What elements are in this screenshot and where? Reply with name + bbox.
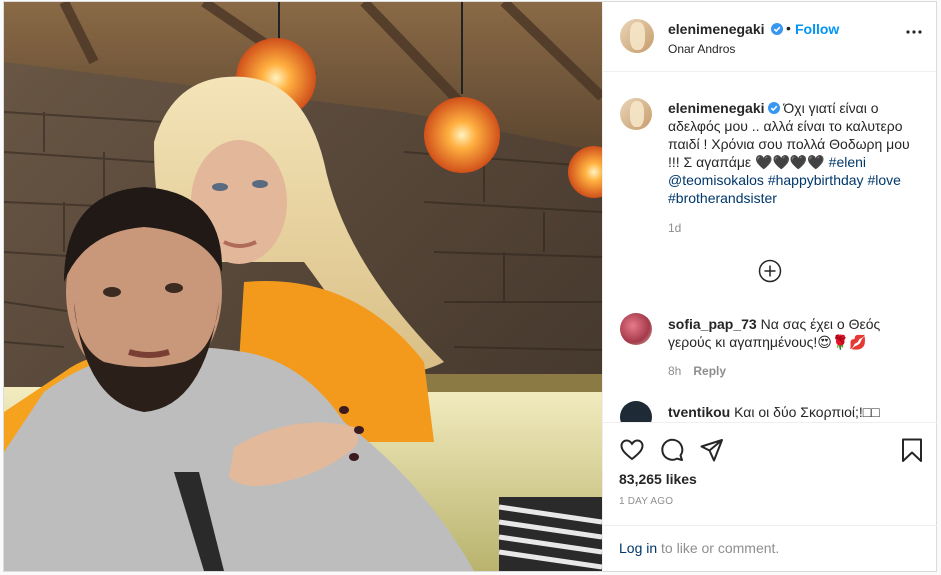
comment-meta: 8h Reply: [668, 364, 726, 378]
login-link[interactable]: Log in: [619, 540, 657, 556]
bookmark-icon[interactable]: [899, 437, 925, 463]
post-photo-image: [4, 2, 602, 571]
post-sidebar: elenimenegaki • Follow Onar Andros eleni…: [602, 2, 937, 571]
verified-badge-icon: [771, 23, 784, 35]
caption-username[interactable]: elenimenegaki: [668, 100, 765, 116]
comment: sofia_pap_73 Να σας έχει ο Θεός γερούς κ…: [668, 315, 918, 351]
login-prompt: Log in to like or comment.: [619, 540, 779, 556]
author-avatar[interactable]: [620, 19, 654, 53]
commenter-avatar[interactable]: [620, 401, 652, 422]
hashtag-eleni[interactable]: #eleni: [829, 154, 866, 170]
verified-badge-icon: [767, 102, 780, 114]
comment-username[interactable]: tventikou: [668, 404, 730, 420]
comment-text: Και οι δύο Σκορπιοί;!□□: [734, 404, 880, 420]
post-header: elenimenegaki • Follow Onar Andros: [603, 2, 936, 72]
mention-teomisokalos[interactable]: @teomisokalos: [668, 172, 764, 188]
login-prompt-text: to like or comment.: [657, 540, 780, 556]
hashtag-love[interactable]: #love: [867, 172, 900, 188]
comment-time[interactable]: 8h: [668, 364, 681, 378]
commenter-avatar[interactable]: [620, 313, 652, 345]
follow-button[interactable]: Follow: [795, 21, 839, 37]
separator-dot: •: [786, 20, 791, 36]
comment: tventikou Και οι δύο Σκορπιοί;!□□: [668, 403, 918, 421]
caption: elenimenegaki Όχι γιατί είναι ο αδελφός …: [668, 99, 918, 207]
comment-username[interactable]: sofia_pap_73: [668, 316, 757, 332]
more-options-icon[interactable]: [906, 30, 922, 34]
login-bar: Log in to like or comment.: [603, 525, 937, 571]
author-username[interactable]: elenimenegaki: [668, 21, 784, 37]
share-icon[interactable]: [699, 437, 725, 463]
author-username-text[interactable]: elenimenegaki: [668, 21, 765, 37]
post-actions: 83,265 likes 1 DAY AGO: [603, 422, 937, 525]
comments-section[interactable]: elenimenegaki Όχι γιατί είναι ο αδελφός …: [603, 73, 937, 422]
heart-icon[interactable]: [619, 437, 645, 463]
post-photo[interactable]: [4, 2, 602, 571]
hashtag-happybirthday[interactable]: #happybirthday: [768, 172, 864, 188]
post-location[interactable]: Onar Andros: [668, 42, 735, 56]
hashtag-brotherandsister[interactable]: #brotherandsister: [668, 190, 777, 206]
comment-icon[interactable]: [659, 437, 685, 463]
reply-button[interactable]: Reply: [693, 364, 726, 378]
likes-count[interactable]: 83,265 likes: [619, 471, 697, 487]
instagram-post: elenimenegaki • Follow Onar Andros eleni…: [3, 1, 937, 572]
post-date[interactable]: 1 DAY AGO: [619, 496, 673, 507]
load-more-comments-icon[interactable]: [758, 259, 782, 283]
caption-time[interactable]: 1d: [668, 221, 681, 235]
caption-avatar[interactable]: [620, 98, 652, 130]
